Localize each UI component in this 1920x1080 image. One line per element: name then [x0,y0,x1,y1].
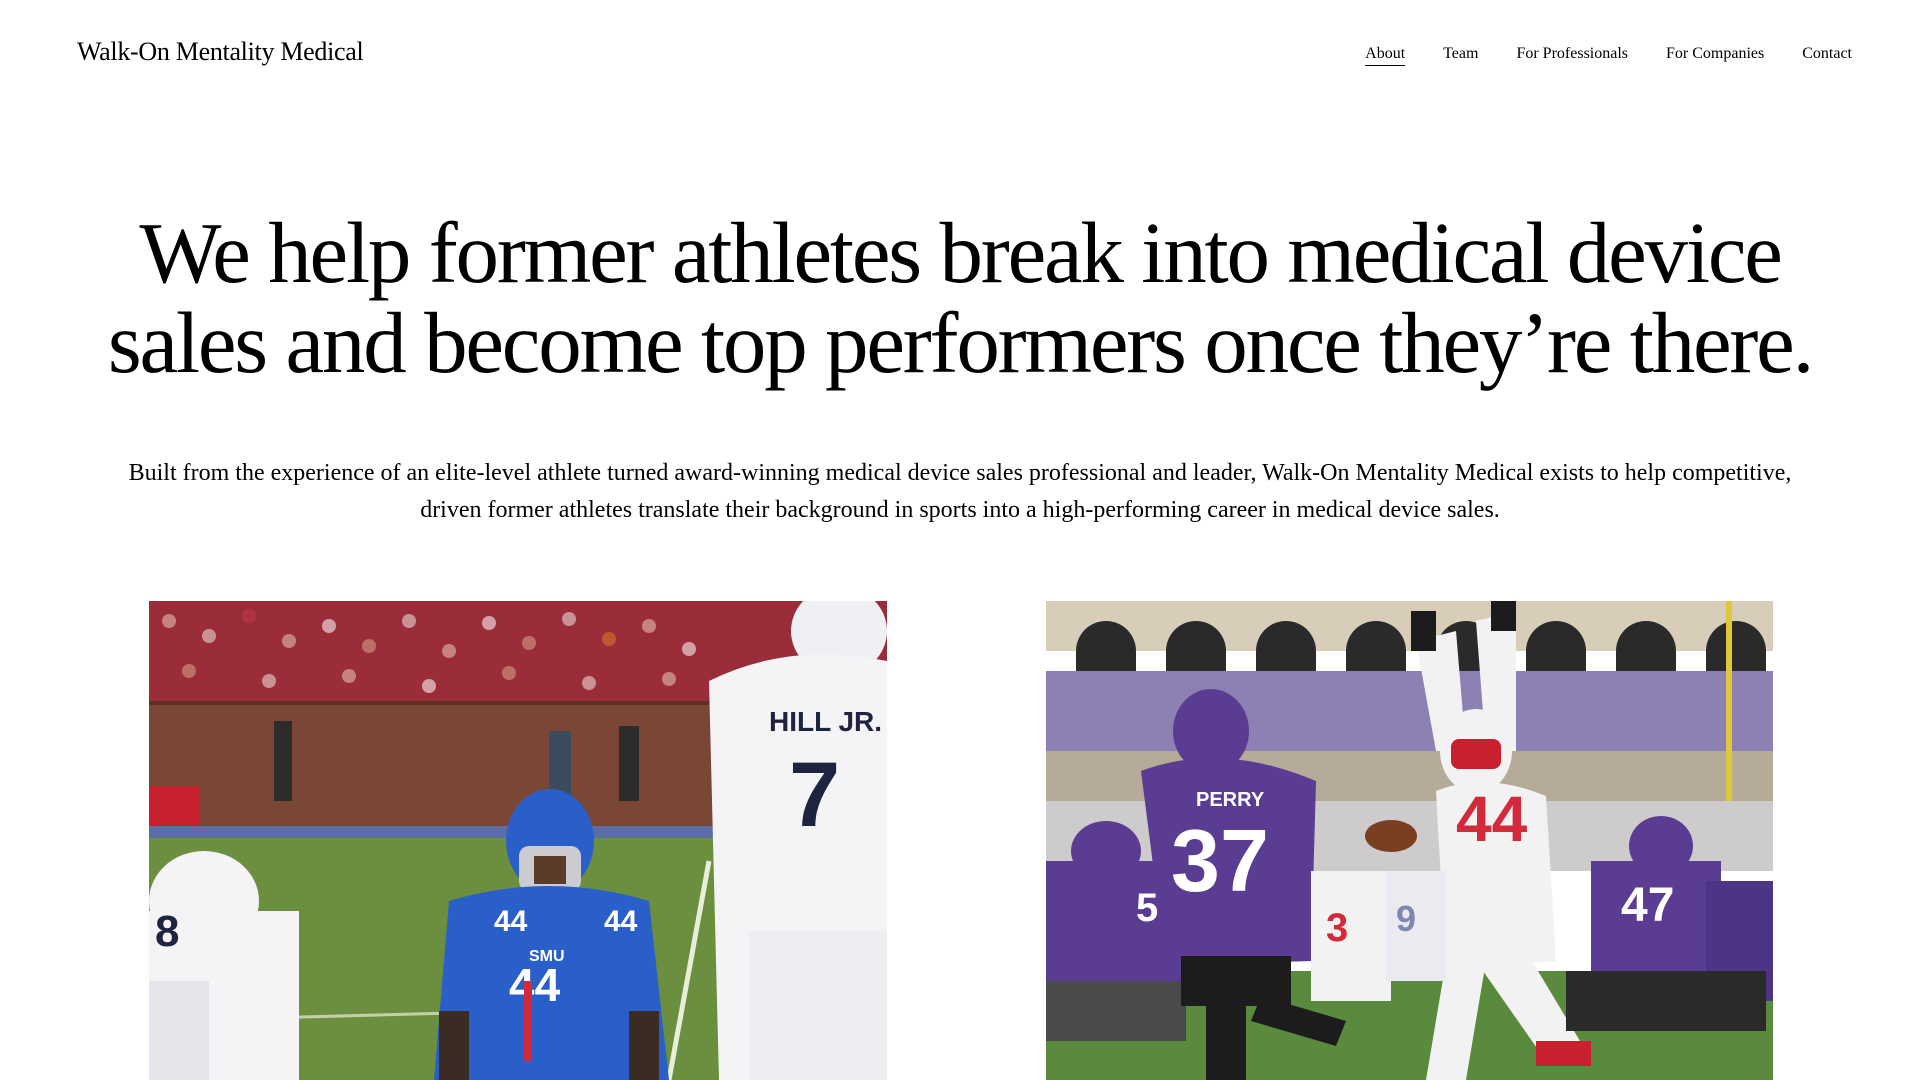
sideline-person [619,726,639,801]
nav-link-contact[interactable]: Contact [1802,45,1852,66]
main-nav: About Team For Professionals For Compani… [1365,45,1852,66]
tcu-jersey-name: HILL JR. [769,706,882,737]
goal-post [1726,601,1732,801]
svg-text:3: 3 [1326,906,1348,950]
hero-headline: We help former athletes break into medic… [0,208,1920,388]
nav-link-for-companies[interactable]: For Companies [1666,45,1764,66]
hero-subtext-line-1: Built from the experience of an elite-le… [128,460,1792,486]
svg-text:47: 47 [1621,879,1674,932]
svg-text:8: 8 [155,907,179,956]
tcu-jersey-number: 7 [789,744,840,846]
football [1365,820,1417,852]
brand-logo-link[interactable]: Walk-On Mentality Medical [77,37,364,67]
tcu-player-right: HILL JR. 7 [709,601,887,1080]
photo-tcu-kick-block-illustration: 50 PERRY 37 44 3 9 47 [1046,601,1773,1080]
hero-headline-line-2: sales and become top performers once the… [107,294,1815,391]
photo-smu-lineman: 8 44 44 SMU 44 HILL JR. 7 [149,601,887,1080]
crowd-stands [1046,671,1773,751]
photo-smu-lineman-illustration: 8 44 44 SMU 44 HILL JR. 7 [149,601,887,1080]
kicker-jersey-number: 37 [1171,811,1269,910]
hero-subtext: Built from the experience of an elite-le… [70,455,1850,529]
site-header: Walk-On Mentality Medical About Team For… [0,0,1920,110]
sideline-person [274,721,292,801]
svg-text:9: 9 [1396,898,1416,939]
hero-subtext-line-2: driven former athletes translate their b… [420,497,1500,523]
photo-tcu-kick-block: 50 PERRY 37 44 3 9 47 [1046,601,1773,1080]
nav-link-for-professionals[interactable]: For Professionals [1516,45,1628,66]
smu-jersey-number: 44 [509,959,561,1011]
hero-headline-line-1: We help former athletes break into medic… [139,204,1783,301]
nav-link-about[interactable]: About [1365,45,1406,66]
smu-shoulder-number: 44 [494,905,528,938]
smu-blocker-jersey-number: 44 [1456,783,1528,855]
kicker-jersey-name: PERRY [1196,789,1265,811]
nav-link-team[interactable]: Team [1443,45,1478,66]
svg-text:44: 44 [604,905,638,938]
